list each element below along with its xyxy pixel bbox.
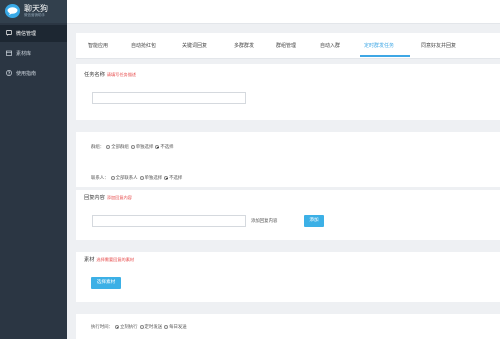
exec-time-row: 执行时间： 立刻执行 定时发送 每日发送	[91, 324, 187, 330]
help-icon	[6, 70, 12, 76]
contact-option-row: 联系人： 全部联系人 单独选择 不选择	[91, 175, 182, 181]
group-label: 群组：	[91, 145, 105, 150]
sidebar-item-label: 使用指南	[16, 71, 37, 77]
top-bar	[67, 0, 500, 24]
tab-smart-apps[interactable]: 智能应用	[88, 42, 108, 49]
tab-accept-friend-reply[interactable]: 同意好友并回复	[421, 42, 456, 49]
task-name-input[interactable]	[92, 92, 246, 104]
sidebar-item-label: 微信管理	[16, 31, 37, 37]
select-material-button[interactable]: 选择素材	[91, 277, 121, 289]
radio-label: 每日发送	[169, 325, 187, 330]
chat-icon	[6, 30, 12, 36]
radio-no-group[interactable]	[155, 145, 160, 149]
material-hint: 选择需要回复的素材	[96, 257, 135, 262]
group-option-row: 群组： 全部群组 单独选择 不选择	[91, 144, 174, 150]
add-reply-button[interactable]: 添加	[304, 215, 324, 227]
radio-label: 单独选择	[135, 145, 154, 150]
radio-label: 不选择	[169, 176, 183, 181]
task-name-label: 任务名称 请填写任务描述	[84, 72, 137, 78]
sidebar: 聊天狗 微信营销助手 微信管理 素材库 使用指南	[0, 0, 67, 339]
chat-bubble-icon	[5, 4, 20, 18]
tab-scheduled-send[interactable]: 定时群发任务	[364, 42, 394, 49]
radio-all-groups[interactable]	[106, 145, 111, 149]
sidebar-item-label: 素材库	[16, 51, 32, 57]
tab-auto-join-group[interactable]: 自动入群	[320, 42, 340, 49]
tab-keyword-reply[interactable]: 关键词回复	[182, 42, 207, 49]
exec-time-label: 执行时间：	[91, 325, 113, 330]
active-tab-indicator	[360, 55, 410, 57]
tab-bar: 智能应用 自动抢红包 关键词回复 多群群发 群组管理 自动入群 定时群发任务 同…	[76, 33, 500, 59]
radio-select-contacts[interactable]	[139, 176, 144, 180]
sidebar-item-material[interactable]: 素材库	[0, 45, 67, 62]
radio-label: 全部群组	[111, 145, 129, 150]
reply-content-side-text: 添加回复内容	[251, 219, 278, 224]
folder-icon	[6, 50, 12, 56]
radio-scheduled[interactable]	[139, 325, 144, 329]
radio-label: 立刻执行	[119, 325, 138, 330]
radio-label: 定时发送	[144, 325, 163, 330]
reply-content-input[interactable]	[92, 215, 246, 227]
reply-content-panel: 回复内容 添加回复内容 添加回复内容 添加	[76, 190, 500, 240]
radio-label: 不选择	[160, 145, 174, 150]
radio-select-groups[interactable]	[130, 145, 135, 149]
brand-logo[interactable]: 聊天狗 微信营销助手	[0, 0, 67, 23]
recipient-panel: 群组： 全部群组 单独选择 不选择 联系人： 全部联系人 单独选择 不选择	[76, 132, 500, 187]
task-name-panel: 任务名称 请填写任务描述	[76, 64, 500, 120]
radio-execute-now[interactable]	[114, 325, 119, 329]
tab-group-management[interactable]: 群组管理	[276, 42, 296, 49]
reply-content-label: 回复内容 添加回复内容	[84, 195, 132, 201]
brand-subtitle: 微信营销助手	[24, 13, 45, 17]
task-name-hint: 请填写任务描述	[106, 72, 137, 77]
material-panel: 素材 选择需要回复的素材 选择素材	[76, 252, 500, 302]
tab-multi-group-send[interactable]: 多群群发	[234, 42, 254, 49]
tab-auto-red-packet[interactable]: 自动抢红包	[131, 42, 156, 49]
radio-label: 单独选择	[144, 176, 163, 181]
radio-all-contacts[interactable]	[110, 176, 115, 180]
reply-content-hint: 添加回复内容	[106, 195, 132, 200]
exec-time-panel: 执行时间： 立刻执行 定时发送 每日发送	[76, 314, 500, 339]
contact-label: 联系人：	[91, 176, 109, 181]
material-label: 素材 选择需要回复的素材	[84, 257, 135, 263]
sidebar-item-wechat[interactable]: 微信管理	[0, 25, 67, 42]
radio-label: 全部联系人	[115, 176, 138, 181]
radio-no-contact[interactable]	[164, 176, 169, 180]
radio-daily[interactable]	[164, 325, 169, 329]
sidebar-item-guide[interactable]: 使用指南	[0, 65, 67, 82]
